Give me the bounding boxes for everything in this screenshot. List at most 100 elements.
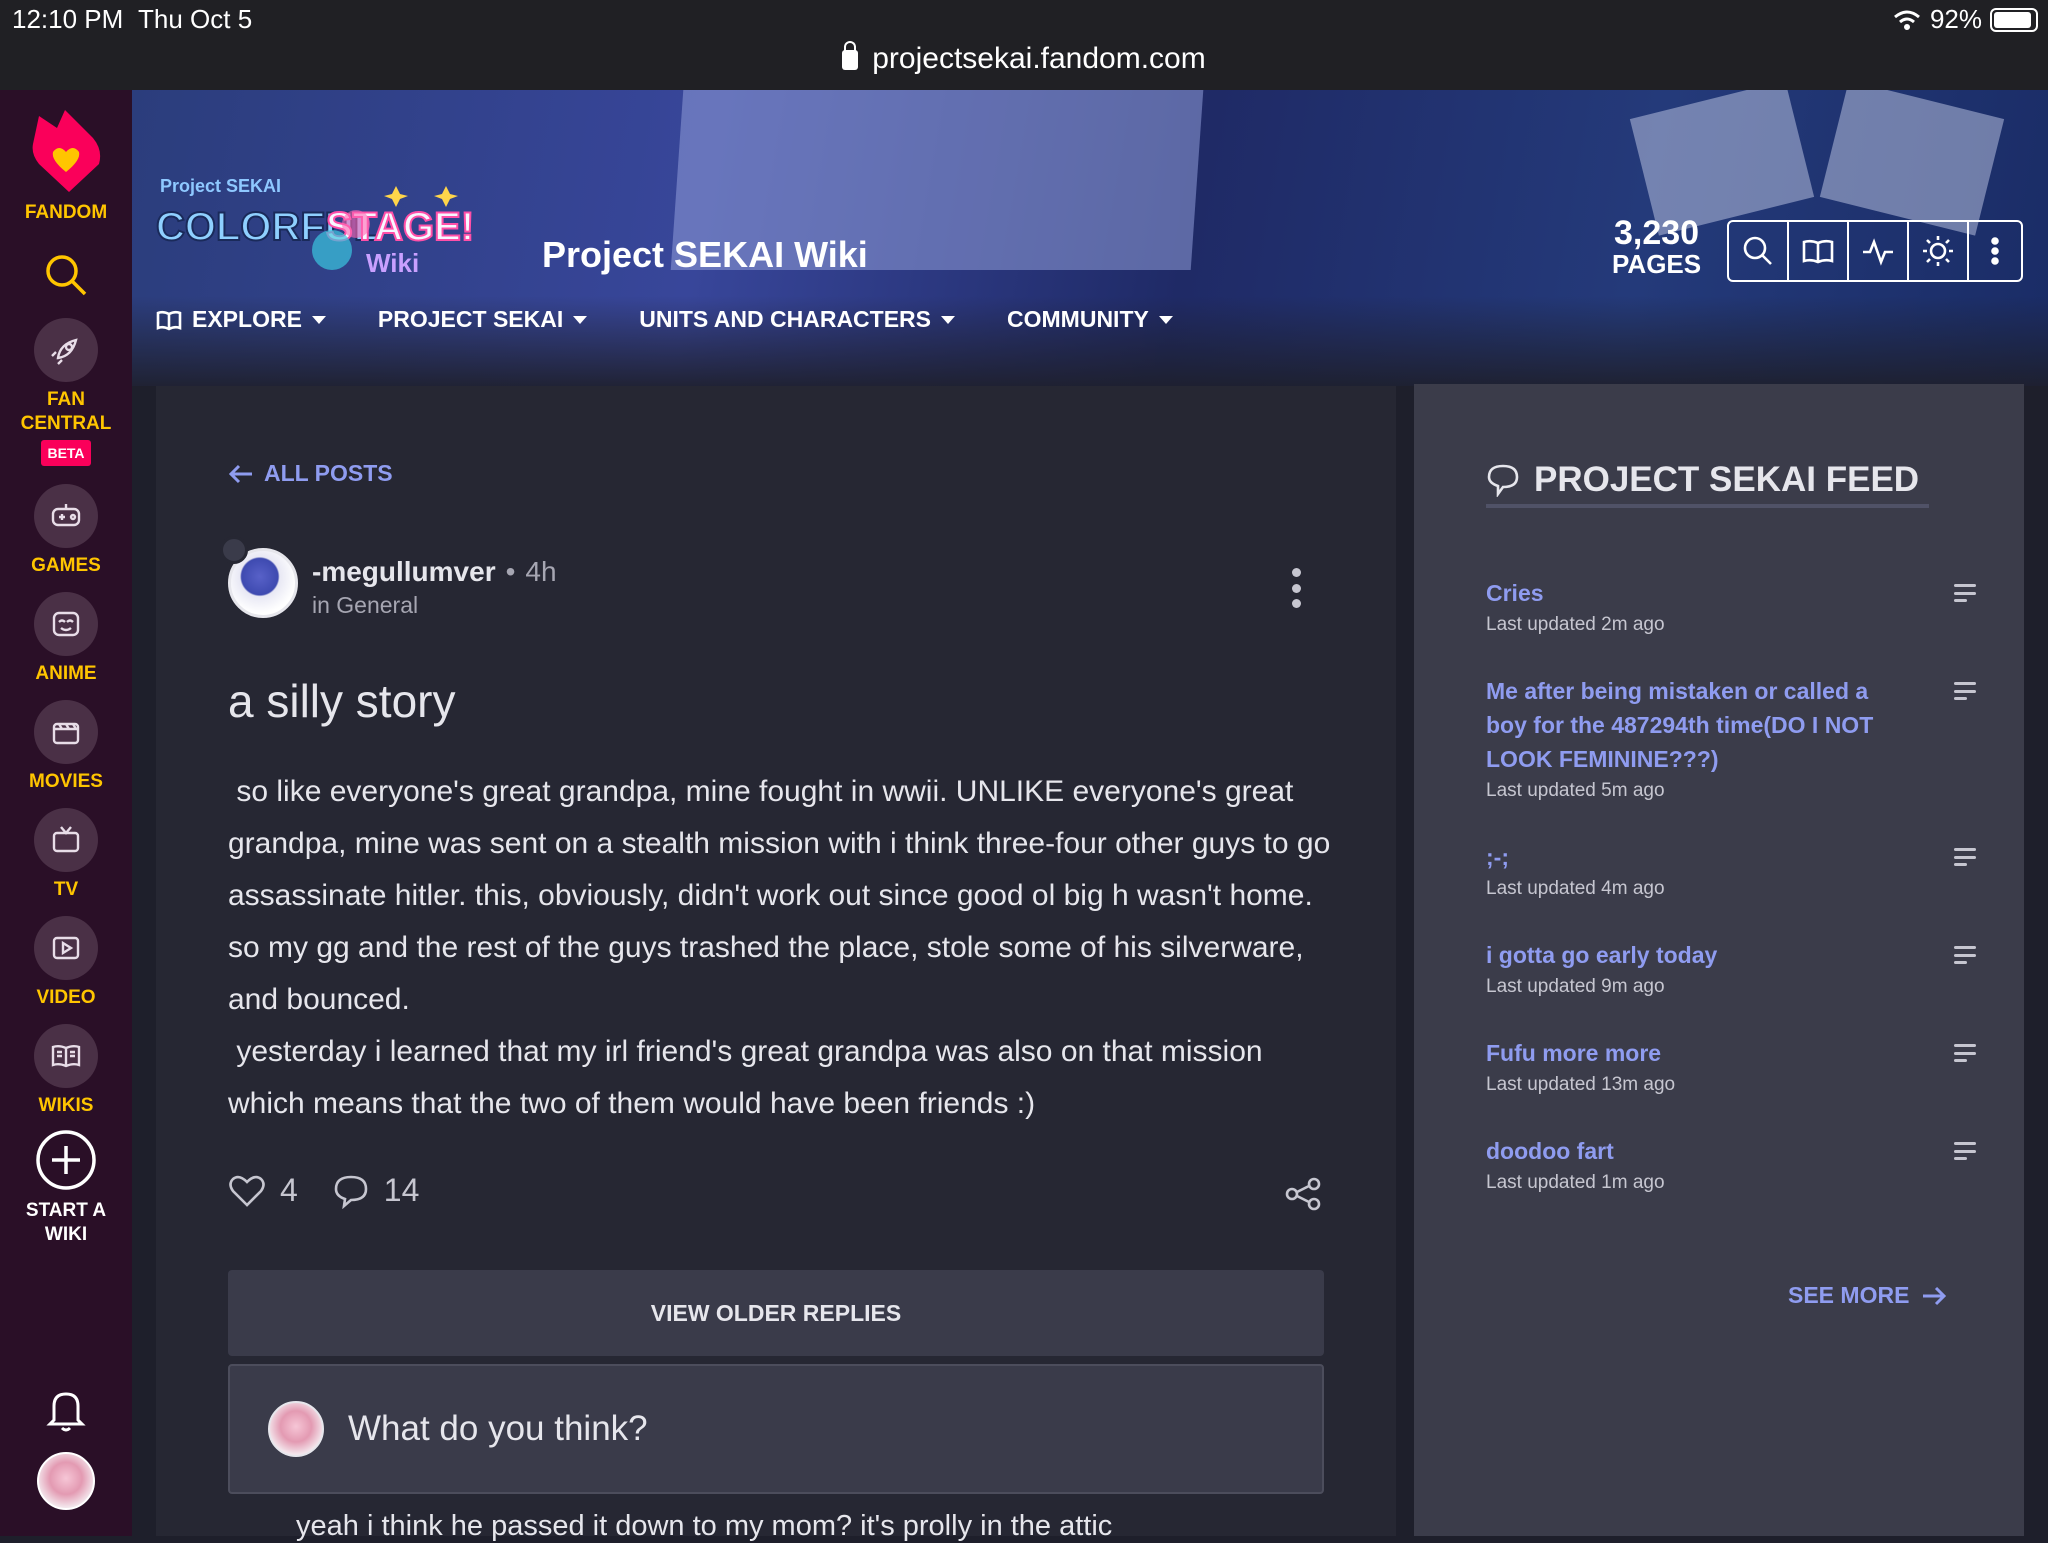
nav-explore[interactable]: EXPLORE — [156, 306, 326, 333]
battery-level — [1994, 11, 2031, 28]
feed-item-title[interactable]: Fufu more more — [1486, 1036, 1906, 1070]
feed-item-title[interactable]: i gotta go early today — [1486, 938, 1906, 972]
rail-item-wikis[interactable]: WIKIS — [0, 1024, 132, 1118]
like-count: 4 — [280, 1172, 298, 1208]
fandom-logo[interactable]: FANDOM — [0, 108, 132, 225]
rail-search[interactable] — [0, 252, 132, 305]
play-icon — [34, 916, 98, 980]
feed-item-meta: Last updated 2m ago — [1486, 614, 1665, 635]
wiki-tools — [1727, 220, 2023, 282]
arrow-right-icon — [1923, 1286, 1947, 1305]
feed-item-title[interactable]: doodoo fart — [1486, 1134, 1906, 1168]
view-older-replies-button[interactable]: VIEW OLDER REPLIES — [228, 1270, 1324, 1356]
feed-item-title[interactable]: Me after being mistaken or called a boy … — [1486, 674, 1906, 776]
sun-icon — [1923, 236, 1953, 266]
rail-item-tv[interactable]: TV — [0, 808, 132, 902]
all-posts-link[interactable]: ALL POSTS — [228, 460, 393, 487]
rail-item-video[interactable]: VIDEO — [0, 916, 132, 1010]
plus-circle-icon — [36, 1130, 96, 1190]
post-title: a silly story — [228, 675, 456, 727]
nav-project-sekai[interactable]: PROJECT SEKAI — [377, 306, 588, 333]
nav-community[interactable]: COMMUNITY — [1007, 306, 1173, 333]
rail-item-label: FAN CENTRAL — [20, 389, 112, 434]
wiki-search-button[interactable] — [1729, 222, 1789, 280]
reply-input[interactable]: What do you think? — [228, 1364, 1324, 1494]
feed-item-title[interactable]: ;-; — [1486, 840, 1906, 874]
text-post-icon — [1954, 1142, 1976, 1160]
author-name[interactable]: -megullumver — [312, 556, 496, 587]
nav-label: EXPLORE — [192, 306, 302, 332]
reply-placeholder: What do you think? — [348, 1409, 648, 1448]
feed-item[interactable]: Fufu more more Last updated 13m ago — [1486, 1036, 1976, 1096]
feed-item[interactable]: i gotta go early today Last updated 9m a… — [1486, 938, 1976, 998]
arrow-left-icon — [228, 464, 252, 483]
rail-item-label: GAMES — [31, 555, 101, 576]
rail-item-anime[interactable]: ANIME — [0, 592, 132, 686]
battery-icon — [1990, 7, 2038, 32]
battery-percent: 92% — [1929, 4, 1982, 34]
text-post-icon — [1954, 946, 1976, 964]
nav-units-and-characters[interactable]: UNITS AND CHARACTERS — [639, 306, 956, 333]
feed-item-meta: Last updated 13m ago — [1486, 1074, 1676, 1095]
book-icon — [34, 1024, 98, 1088]
colorful-stage-logo: Project SEKAI COLORFUL STAGE! Wiki — [155, 176, 475, 278]
start-a-wiki-button[interactable]: START A WIKI — [0, 1128, 132, 1247]
feed-item[interactable]: Me after being mistaken or called a boy … — [1486, 674, 1976, 802]
text-post-icon — [1954, 682, 1976, 700]
separator-dot: • — [505, 556, 516, 587]
address-bar[interactable]: projectsekai.fandom.com — [0, 41, 2048, 76]
book-icon — [1802, 239, 1834, 264]
theme-toggle-button[interactable] — [1909, 222, 1969, 280]
notifications-button[interactable] — [0, 1386, 132, 1441]
svg-text:Wiki: Wiki — [366, 248, 419, 278]
controller-icon — [34, 484, 98, 548]
nav-label: COMMUNITY — [1007, 306, 1149, 332]
chat-bubble-icon — [1487, 464, 1519, 497]
address-text: projectsekai.fandom.com — [872, 42, 1206, 75]
share-button[interactable] — [1284, 1176, 1322, 1212]
fandom-brand-label: FANDOM — [24, 202, 108, 223]
beta-badge: BETA — [41, 440, 91, 466]
wiki-logo[interactable]: Project SEKAI COLORFUL STAGE! Wiki — [155, 164, 516, 294]
more-tools-button[interactable] — [1969, 222, 2021, 280]
rail-item-games[interactable]: GAMES — [0, 484, 132, 578]
like-button[interactable]: 4 — [228, 1172, 298, 1209]
author-avatar[interactable] — [220, 536, 298, 618]
search-icon — [46, 255, 87, 296]
wiki-title[interactable]: Project SEKAI Wiki — [542, 234, 868, 276]
start-wiki-label: START A WIKI — [25, 1200, 107, 1245]
feed-item-meta: Last updated 1m ago — [1486, 1172, 1665, 1193]
nav-label: PROJECT SEKAI — [377, 306, 564, 332]
chevron-down-icon — [311, 315, 326, 324]
activity-icon — [1863, 238, 1893, 266]
feed-item[interactable]: ;-; Last updated 4m ago — [1486, 840, 1976, 900]
post-options-button[interactable] — [1290, 568, 1302, 608]
feed-item[interactable]: doodoo fart Last updated 1m ago — [1486, 1134, 1976, 1194]
feed-list: Cries Last updated 2m ago Me after being… — [1486, 576, 1976, 1232]
vertical-dots-icon — [1991, 237, 1999, 265]
comment-button[interactable]: 14 — [332, 1172, 419, 1209]
nav-label: UNITS AND CHARACTERS — [639, 306, 932, 332]
wiki-header: Project SEKAI COLORFUL STAGE! Wiki Proje… — [132, 90, 2048, 386]
rail-item-label: VIDEO — [36, 987, 96, 1008]
feed-item[interactable]: Cries Last updated 2m ago — [1486, 576, 1976, 636]
post-reactions: 4 14 — [228, 1172, 419, 1209]
feed-item-meta: Last updated 5m ago — [1486, 780, 1665, 801]
post-category[interactable]: in General — [312, 592, 418, 619]
wiki-activity-button[interactable] — [1849, 222, 1909, 280]
text-post-icon — [1954, 584, 1976, 602]
rail-item-movies[interactable]: MOVIES — [0, 700, 132, 794]
wiki-content-button[interactable] — [1789, 222, 1849, 280]
user-avatar[interactable] — [0, 1452, 132, 1510]
post-author-line: -megullumver • 4h — [312, 556, 557, 588]
see-more-link[interactable]: SEE MORE — [1788, 1282, 1947, 1309]
feed-item-title[interactable]: Cries — [1486, 576, 1906, 610]
page-count-number: 3,230 — [1614, 214, 1700, 252]
rail-item-label: MOVIES — [29, 771, 103, 792]
all-posts-label: ALL POSTS — [264, 460, 393, 486]
browser-status-bar: 12:10 PM Thu Oct 5 92% projectsekai.fand… — [0, 0, 2048, 90]
fandom-flame-icon — [32, 110, 101, 192]
rail-item-fan-central[interactable]: FAN CENTRAL BETA — [0, 318, 132, 466]
user-avatar — [268, 1401, 324, 1457]
post-time: 4h — [525, 556, 557, 587]
